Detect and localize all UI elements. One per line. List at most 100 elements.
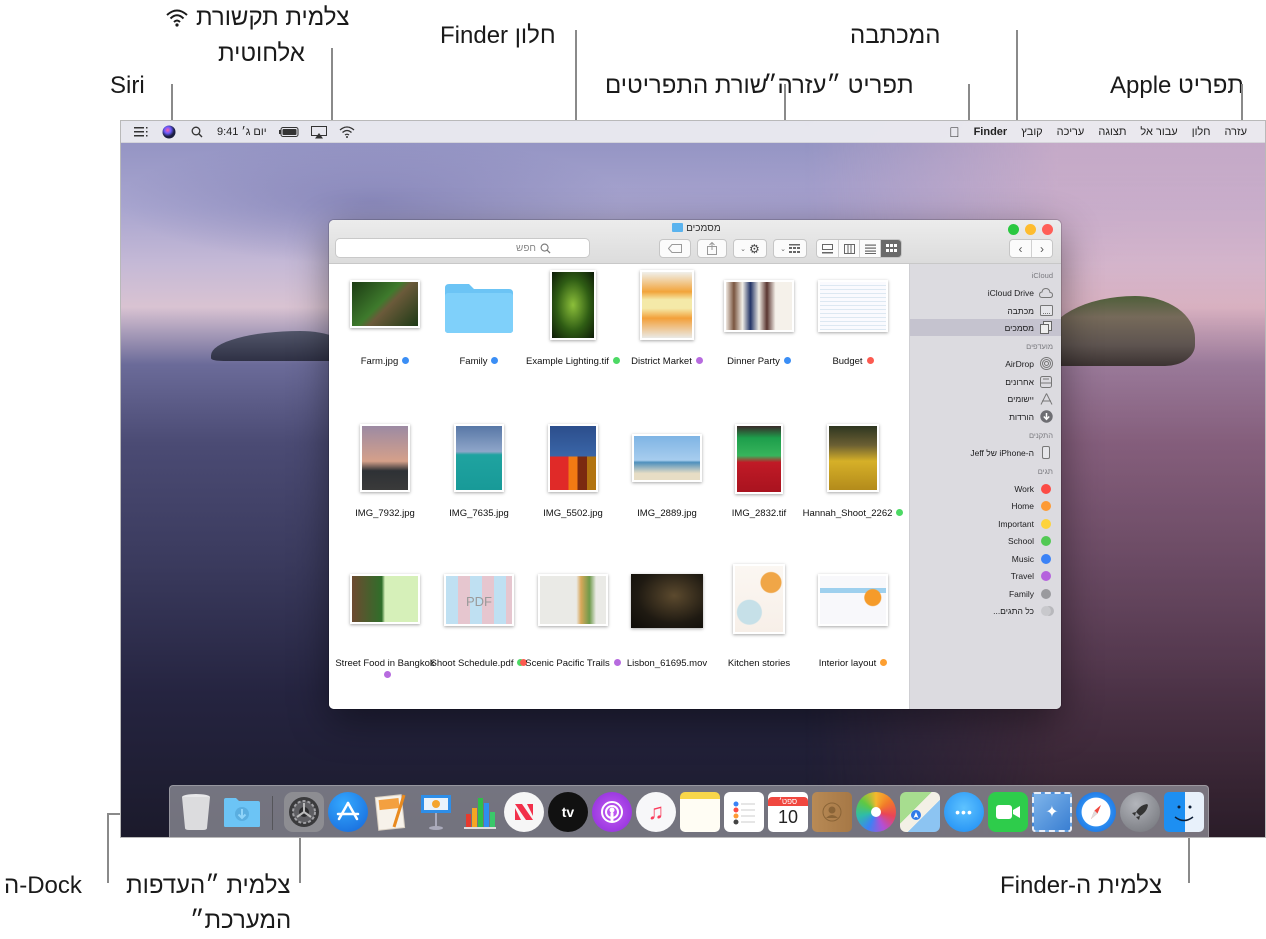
- control-strip-icon[interactable]: [133, 124, 149, 140]
- search-field[interactable]: [335, 238, 590, 258]
- tags-button[interactable]: [659, 239, 691, 258]
- column-view-button[interactable]: [838, 240, 859, 257]
- file-item-example-lighting[interactable]: Example Lighting.tif: [525, 270, 621, 367]
- keynote-icon[interactable]: [416, 792, 456, 832]
- menu-help[interactable]: עזרה: [1225, 126, 1247, 138]
- share-button[interactable]: [697, 239, 727, 258]
- trash-icon[interactable]: [176, 792, 216, 832]
- sidebar-tag-work[interactable]: Work: [910, 480, 1061, 497]
- sidebar-tag-important[interactable]: Important: [910, 515, 1061, 532]
- search-input[interactable]: [336, 242, 536, 254]
- file-label: Kitchen stories: [727, 658, 791, 669]
- file-item-kitchen-stories[interactable]: Kitchen stories: [711, 564, 807, 669]
- file-item-hannah-shoot[interactable]: Hannah_Shoot_2262: [803, 424, 904, 519]
- leader-help-menu: [968, 84, 970, 124]
- sidebar-item-airdrop[interactable]: AirDrop: [910, 355, 1061, 372]
- file-label: Farm.jpg: [331, 356, 439, 368]
- sidebar-tag-family[interactable]: Family: [910, 585, 1061, 602]
- sidebar-item-label: Work: [1014, 483, 1034, 494]
- sidebar-tag-home[interactable]: Home: [910, 497, 1061, 514]
- downloads-folder-icon[interactable]: [222, 792, 262, 832]
- siri-icon[interactable]: [161, 124, 177, 140]
- file-item-farm[interactable]: Farm.jpg: [337, 280, 433, 367]
- callout-wifi: צלמית תקשורת: [166, 4, 350, 32]
- app-store-icon[interactable]: [328, 792, 368, 832]
- menu-bar-clock[interactable]: יום ג׳ 9:41: [217, 126, 267, 138]
- close-button[interactable]: [1042, 224, 1053, 235]
- documents-folder-icon: [672, 223, 684, 232]
- sidebar-all-tags[interactable]: כל התגים...: [910, 602, 1061, 619]
- file-item-street-food[interactable]: Street Food in Bangkok: [335, 574, 435, 678]
- sidebar-tag-school[interactable]: School: [910, 532, 1061, 549]
- reminders-icon[interactable]: [724, 792, 764, 832]
- file-item-dinner-party[interactable]: Dinner Party: [711, 280, 807, 367]
- file-item-img2889[interactable]: IMG_2889.jpg: [619, 434, 715, 519]
- file-item-img7932[interactable]: IMG_7932.jpg: [337, 424, 433, 519]
- zoom-button[interactable]: [1008, 224, 1019, 235]
- sidebar-item-documents[interactable]: מסמכים: [910, 319, 1061, 336]
- calendar-icon[interactable]: ספט׳ 10: [768, 792, 808, 832]
- sidebar-tag-travel[interactable]: Travel: [910, 567, 1061, 584]
- back-button[interactable]: ‹: [1010, 240, 1031, 257]
- notes-icon[interactable]: [680, 792, 720, 832]
- battery-icon[interactable]: [278, 124, 299, 140]
- sidebar-item-desktop[interactable]: מכתבה: [910, 302, 1061, 319]
- finder-dock-icon[interactable]: [1164, 792, 1204, 832]
- file-item-scenic-pacific[interactable]: Scenic Pacific Trails: [525, 574, 621, 669]
- safari-icon[interactable]: [1076, 792, 1116, 832]
- spotlight-search-icon[interactable]: [189, 124, 205, 140]
- wifi-status-icon[interactable]: [339, 124, 355, 140]
- sidebar-item-iphone[interactable]: ה-iPhone של Jeff: [910, 444, 1061, 461]
- mail-icon[interactable]: ✦: [1032, 792, 1072, 832]
- sidebar-item-downloads[interactable]: הורדות: [910, 408, 1061, 425]
- launchpad-icon[interactable]: [1120, 792, 1160, 832]
- menu-view[interactable]: תצוגה: [1098, 126, 1126, 138]
- list-view-button[interactable]: [859, 240, 880, 257]
- group-by-button[interactable]: ⌄: [773, 239, 807, 258]
- file-item-interior-layout[interactable]: Interior layout: [805, 574, 901, 669]
- file-item-district-market[interactable]: District Market: [619, 270, 715, 367]
- menu-file[interactable]: קובץ: [1021, 126, 1042, 138]
- gallery-view-button[interactable]: [817, 240, 838, 257]
- file-item-img5502[interactable]: IMG_5502.jpg: [525, 424, 621, 519]
- file-label: Example Lighting.tif: [519, 356, 627, 368]
- menu-window[interactable]: חלון: [1192, 126, 1211, 138]
- music-icon[interactable]: ♫: [636, 792, 676, 832]
- gallery-view-icon: [822, 243, 833, 253]
- menu-go[interactable]: עבור אל: [1140, 126, 1177, 138]
- pages-icon[interactable]: [372, 792, 412, 832]
- numbers-icon[interactable]: [460, 792, 500, 832]
- action-menu-button[interactable]: ⌄ ⚙: [733, 239, 767, 258]
- finder-titlebar[interactable]: מסמכים ⌄ ⚙ ⌄: [329, 220, 1061, 264]
- file-label: IMG_2832.tif: [731, 508, 787, 519]
- contacts-icon[interactable]: [812, 792, 852, 832]
- system-preferences-icon[interactable]: [284, 792, 324, 832]
- file-item-lisbon-video[interactable]: Lisbon_61695.mov: [619, 574, 715, 669]
- maps-icon[interactable]: [900, 792, 940, 832]
- sidebar-tag-music[interactable]: Music: [910, 550, 1061, 567]
- file-item-family-folder[interactable]: Family: [431, 280, 527, 367]
- messages-icon[interactable]: •••: [944, 792, 984, 832]
- news-icon[interactable]: [504, 792, 544, 832]
- sidebar-item-label: School: [1008, 535, 1034, 546]
- sidebar-item-icloud-drive[interactable]: iCloud Drive: [910, 284, 1061, 301]
- menu-edit[interactable]: עריכה: [1057, 126, 1085, 138]
- list-view-icon: [864, 244, 876, 254]
- minimize-button[interactable]: [1025, 224, 1036, 235]
- img7932-thumbnail: [360, 424, 410, 492]
- icon-view-button[interactable]: [880, 240, 901, 257]
- file-item-img2832[interactable]: IMG_2832.tif: [711, 424, 807, 519]
- file-item-budget[interactable]: Budget: [805, 280, 901, 367]
- sidebar-item-applications[interactable]: יישומים: [910, 390, 1061, 407]
- menu-app-finder[interactable]: Finder: [974, 126, 1008, 138]
- podcasts-icon[interactable]: [592, 792, 632, 832]
- file-item-img7635[interactable]: IMG_7635.jpg: [431, 424, 527, 519]
- airplay-icon[interactable]: [310, 124, 327, 140]
- apple-tv-icon[interactable]: tv: [548, 792, 588, 832]
- sidebar-item-recents[interactable]: אחרונים: [910, 373, 1061, 390]
- file-item-shoot-schedule[interactable]: PDF Shoot Schedule.pdf: [431, 574, 528, 669]
- apple-menu-icon[interactable]: : [949, 124, 960, 140]
- photos-icon[interactable]: [856, 792, 896, 832]
- forward-button[interactable]: ›: [1031, 240, 1052, 257]
- facetime-icon[interactable]: [988, 792, 1028, 832]
